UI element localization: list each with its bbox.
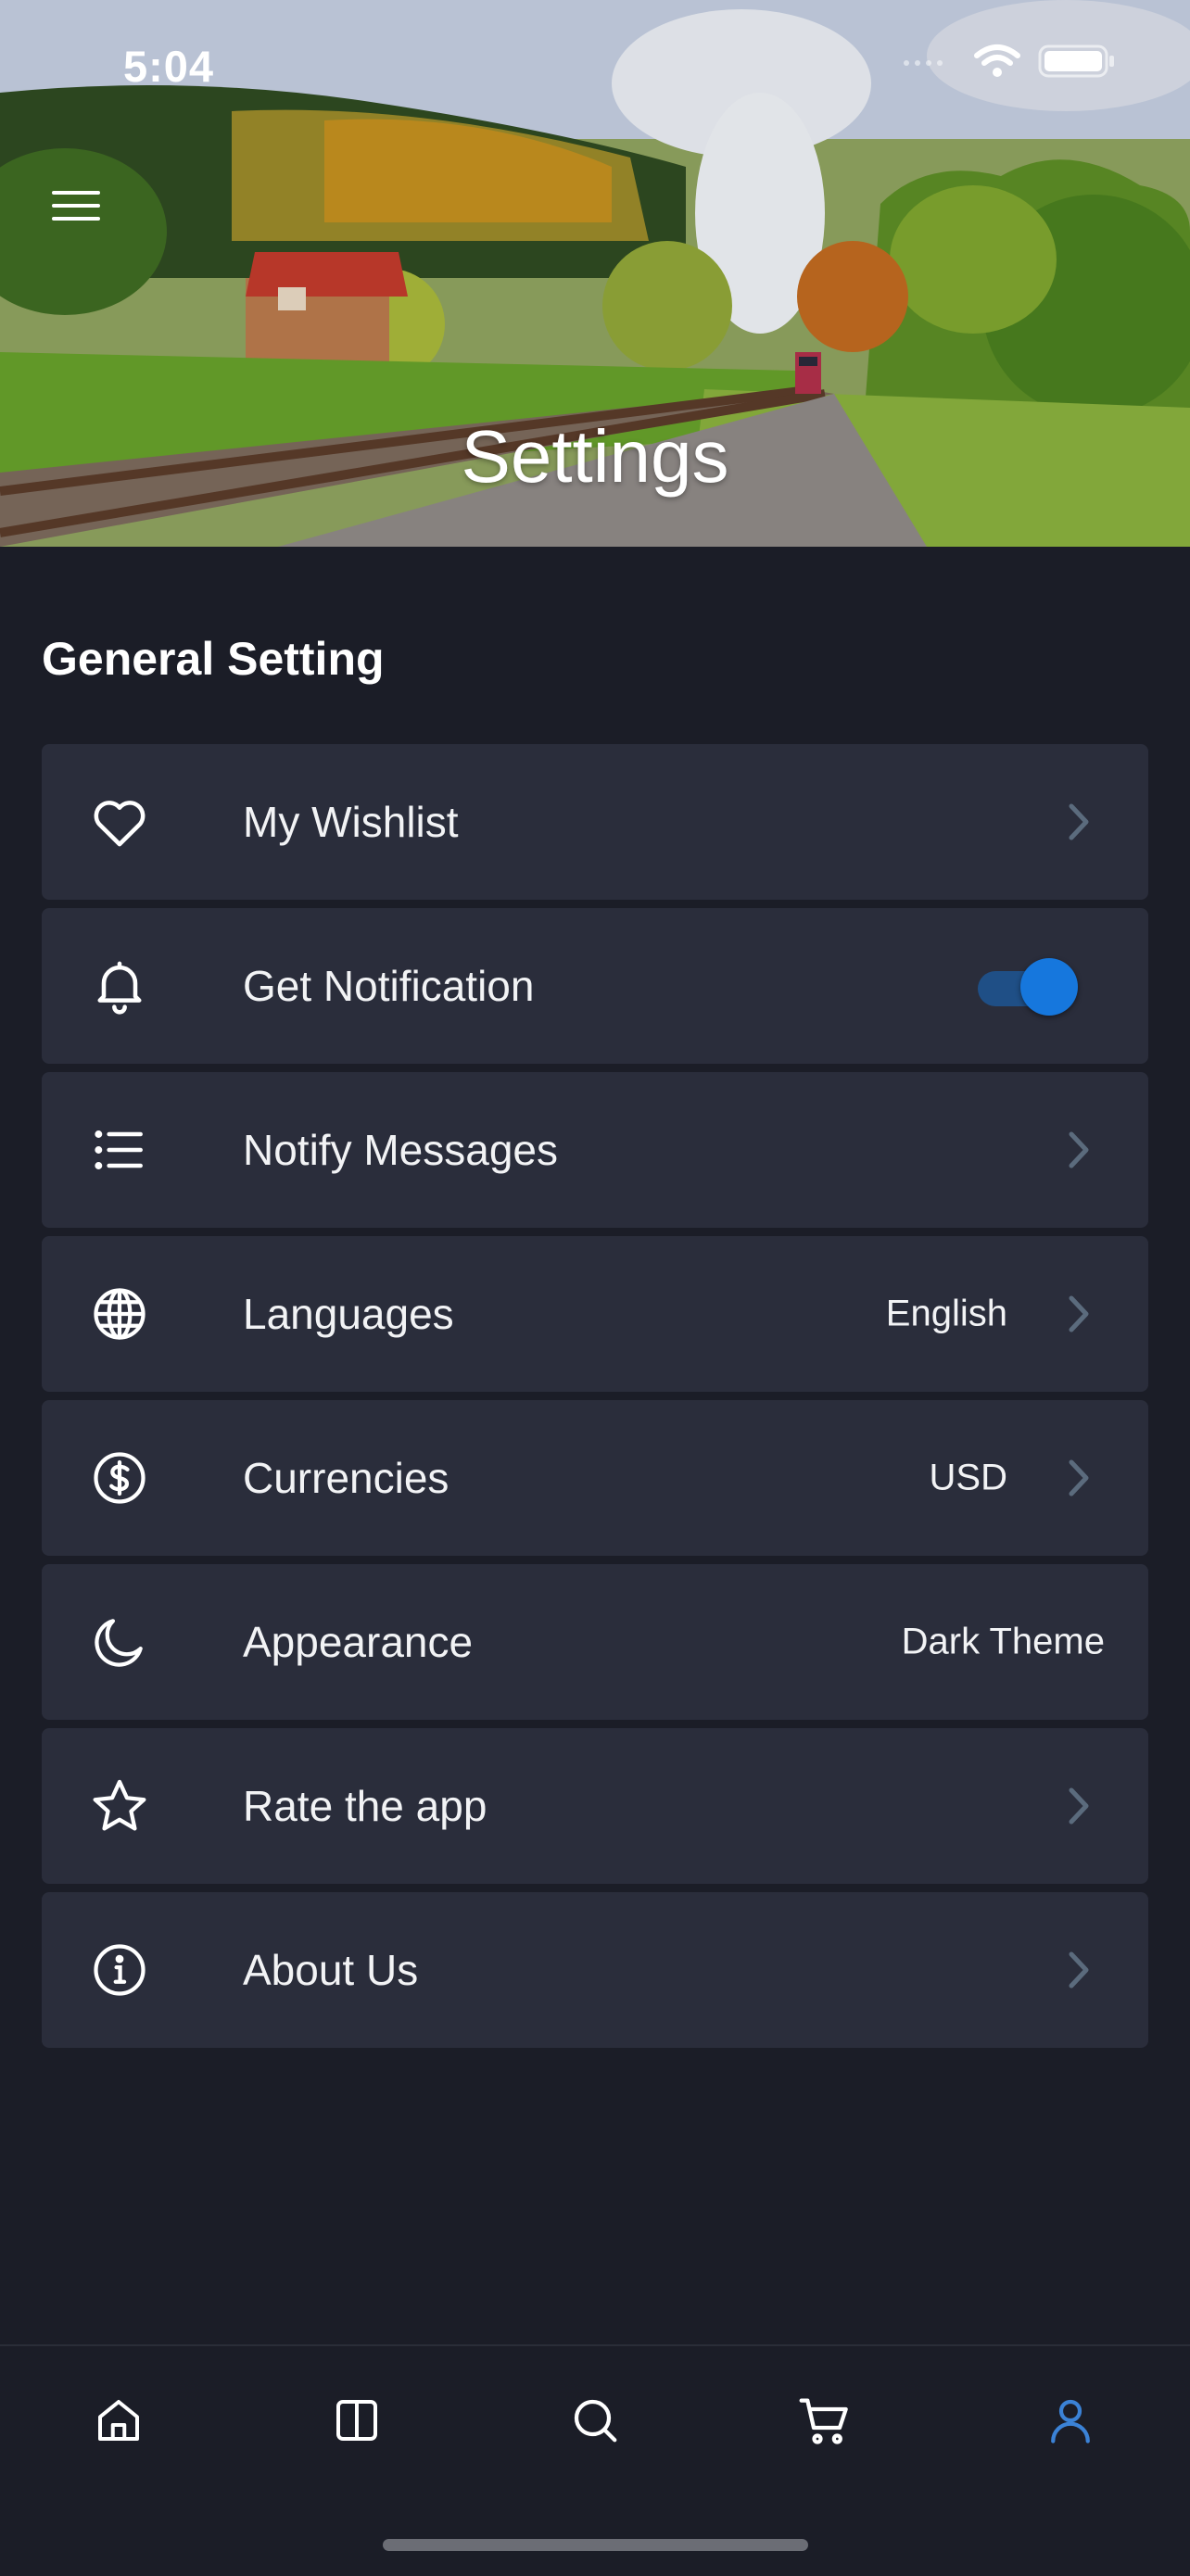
list-icon	[88, 1118, 151, 1181]
setting-row-rate-app[interactable]: Rate the app	[42, 1728, 1148, 1884]
setting-row-notify-messages[interactable]: Notify Messages	[42, 1072, 1148, 1228]
setting-label: Languages	[243, 1290, 454, 1338]
setting-label: My Wishlist	[243, 798, 459, 846]
tab-profile[interactable]	[1033, 2383, 1108, 2457]
chevron-right-icon	[1069, 1295, 1089, 1332]
page-title: Settings	[461, 415, 729, 498]
chevron-right-icon	[1069, 803, 1089, 840]
setting-row-appearance[interactable]: Appearance Dark Theme	[42, 1564, 1148, 1720]
moon-icon	[88, 1610, 151, 1673]
status-icons	[901, 43, 1116, 80]
setting-row-wishlist[interactable]: My Wishlist	[42, 744, 1148, 900]
header-banner: 5:04 Settings	[0, 0, 1190, 547]
signal-icon	[904, 60, 943, 66]
chevron-right-icon	[1069, 1459, 1089, 1496]
setting-row-currencies[interactable]: Currencies USD	[42, 1400, 1148, 1556]
tab-cart[interactable]	[788, 2383, 862, 2457]
tab-categories[interactable]	[320, 2383, 394, 2457]
tab-search[interactable]	[558, 2383, 632, 2457]
wifi-icon	[974, 44, 1020, 77]
notification-toggle[interactable]	[978, 958, 1078, 1016]
home-indicator	[383, 2539, 808, 2551]
setting-label: Get Notification	[243, 962, 535, 1010]
setting-row-about-us[interactable]: About Us	[42, 1892, 1148, 2048]
star-icon	[88, 1774, 151, 1837]
heart-icon	[88, 790, 151, 853]
info-circle-icon	[88, 1938, 151, 2001]
setting-label: Notify Messages	[243, 1126, 559, 1174]
battery-icon	[1038, 44, 1114, 78]
currency-value: USD	[929, 1457, 1007, 1498]
columns-icon	[336, 2400, 377, 2441]
bell-icon	[88, 954, 151, 1017]
setting-label: Rate the app	[243, 1782, 487, 1830]
language-value: English	[885, 1293, 1007, 1334]
dollar-circle-icon	[88, 1446, 151, 1509]
chevron-right-icon	[1069, 1131, 1089, 1168]
setting-label: Currencies	[243, 1454, 449, 1502]
setting-row-notification: Get Notification	[42, 908, 1148, 1064]
appearance-value: Dark Theme	[901, 1621, 1105, 1662]
globe-icon	[88, 1282, 151, 1345]
search-icon	[574, 2399, 617, 2443]
settings-list: My Wishlist Get Notification Notify Mess…	[42, 744, 1148, 2056]
setting-label: About Us	[243, 1946, 419, 1994]
cart-icon	[799, 2398, 848, 2444]
toggle-knob	[1020, 958, 1078, 1016]
status-time: 5:04	[123, 42, 215, 91]
setting-row-languages[interactable]: Languages English	[42, 1236, 1148, 1392]
user-icon	[1051, 2399, 1090, 2443]
section-title: General Setting	[42, 633, 385, 685]
tab-home[interactable]	[82, 2383, 156, 2457]
home-icon	[98, 2400, 139, 2441]
chevron-right-icon	[1069, 1787, 1089, 1825]
chevron-right-icon	[1069, 1951, 1089, 1989]
hamburger-menu-icon[interactable]	[50, 185, 102, 230]
setting-label: Appearance	[243, 1618, 474, 1666]
